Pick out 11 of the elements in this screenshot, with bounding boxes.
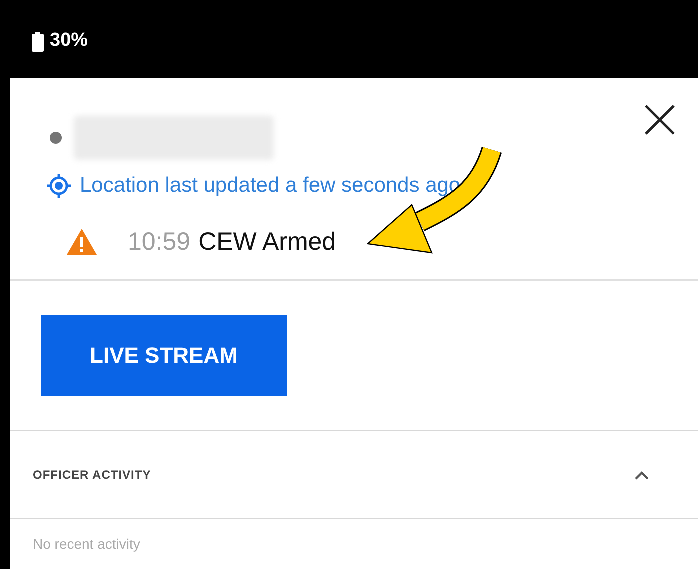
event-label: CEW Armed	[198, 226, 336, 258]
live-stream-button[interactable]: LIVE STREAM	[41, 315, 287, 396]
battery-icon	[32, 32, 44, 52]
chevron-up-icon	[634, 470, 650, 480]
empty-activity-text: No recent activity	[33, 536, 140, 552]
section-title: OFFICER ACTIVITY	[33, 466, 152, 484]
close-icon	[644, 104, 676, 136]
battery-percentage: 30%	[50, 29, 88, 54]
event-time: 10:59	[128, 226, 191, 258]
warning-icon	[66, 228, 98, 256]
location-target-icon	[46, 172, 72, 199]
